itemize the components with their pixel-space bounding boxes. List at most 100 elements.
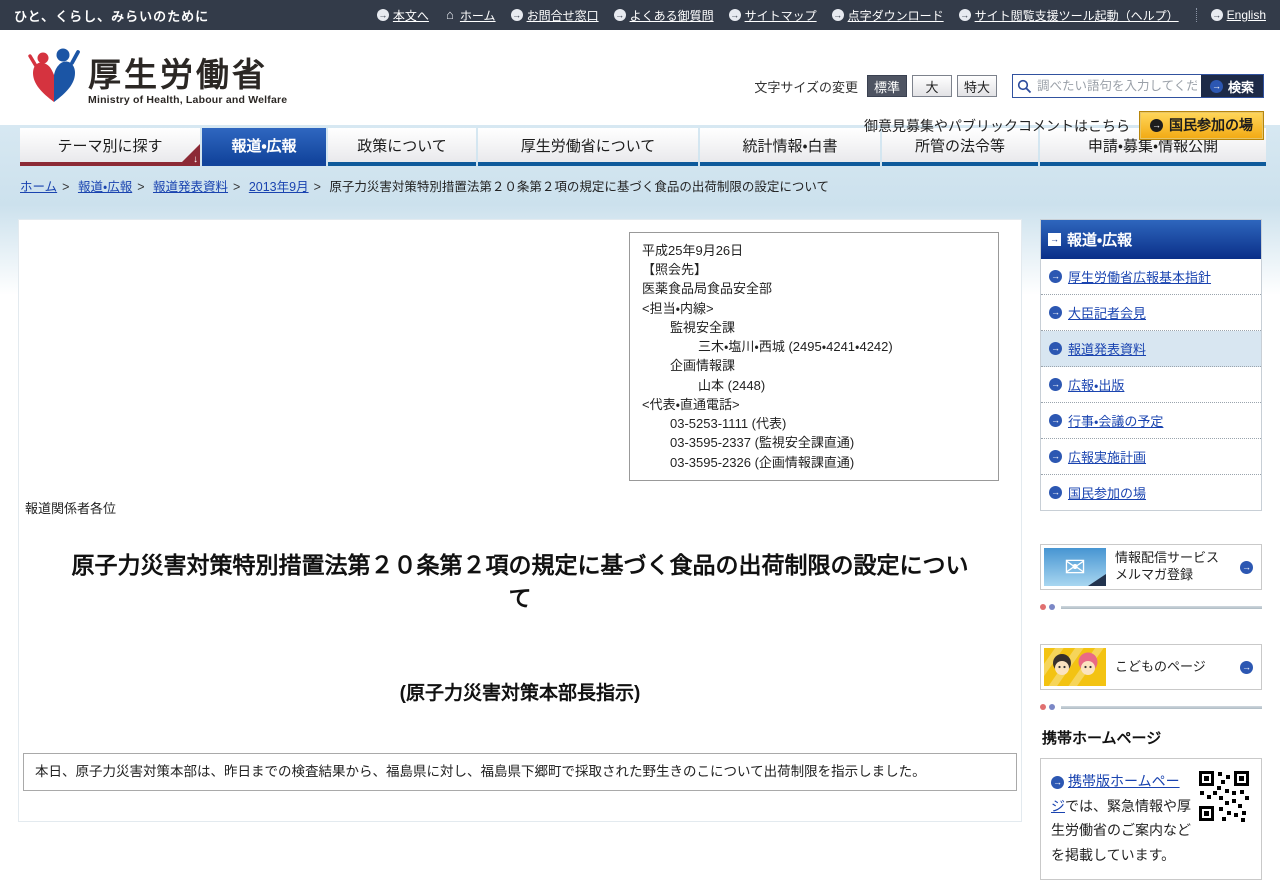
- contact-line: 03-3595-2326 (企画情報課直通): [670, 454, 855, 470]
- contact-line: 山本 (2448): [698, 377, 766, 393]
- font-size-label: 文字サイズの変更: [754, 79, 858, 95]
- search-go-arrow-icon: →: [1209, 79, 1223, 93]
- breadcrumb-press-releases[interactable]: 報道発表資料: [153, 180, 228, 194]
- breadcrumb: ホーム 報道・広報 報道発表資料 2013年9月 原子力災害対策特別措置法第２０…: [0, 166, 1280, 206]
- menu-item-arrow-icon: →: [1049, 414, 1062, 427]
- qr-code: [1197, 769, 1251, 823]
- sidebar-item-events[interactable]: → 行事・会議の予定: [1041, 403, 1261, 439]
- mail-magazine-icon: ✉: [1044, 548, 1106, 586]
- content-area: 平成25年9月26日 【照会先】 医薬食品局食品安全部 <担当・内線> 監視安全…: [0, 206, 1280, 880]
- sidebar-item-pr-policy[interactable]: → 厚生労働省広報基本指針: [1041, 259, 1261, 295]
- mobile-homepage-box: → 携帯版ホームページでは、緊急情報や厚生労働省のご案内などを掲載しています。: [1040, 758, 1262, 880]
- circle-arrow-icon: →: [1210, 9, 1223, 21]
- circle-arrow-icon: →: [831, 9, 844, 21]
- public-participation-button[interactable]: → 国民参加の場: [1139, 111, 1264, 140]
- search-icon: [1017, 79, 1032, 94]
- tab-theme-search[interactable]: テーマ別に探す ↓: [20, 128, 200, 166]
- mhlw-logo[interactable]: 厚生労働省 Ministry of Health, Labour and Wel…: [28, 46, 287, 106]
- link-to-main-content[interactable]: 本文へ: [393, 7, 429, 24]
- font-size-xlarge-button[interactable]: 特大: [956, 75, 997, 97]
- utility-bar: ひと、くらし、みらいのために → 本文へ ⌂ ホーム → お問合せ窓口 → よくある御質…: [0, 0, 1280, 30]
- circle-arrow-icon: →: [728, 9, 741, 21]
- page-body-band: テーマ別に探す ↓ 報道・広報 政策について 厚生労働省について 統計情報・白書…: [0, 125, 1280, 880]
- menu-item-arrow-icon: →: [1049, 486, 1062, 499]
- page-title: 原子力災害対策特別措置法第２０条第２項の規定に基づく食品の出荷制限の設定について: [71, 551, 969, 612]
- mobile-link-arrow-icon: →: [1051, 776, 1064, 789]
- contact-line: 三木・塩川・西城 (2495・4241・4242): [698, 339, 893, 355]
- menu-item-arrow-icon: →: [1049, 306, 1062, 319]
- participation-arrow-icon: →: [1150, 118, 1163, 132]
- contact-line: 【照会先】: [642, 262, 708, 278]
- link-contact[interactable]: お問合せ窓口: [527, 7, 599, 24]
- kids-page-banner[interactable]: こどものページ →: [1040, 644, 1262, 690]
- menu-item-arrow-icon: →: [1049, 378, 1062, 391]
- announcement-box: 本日、原子力災害対策本部は、昨日までの検査結果から、福島県に対し、福島県下郷町で…: [23, 752, 1017, 791]
- divider: [1040, 603, 1262, 611]
- sidebar: → 報道・広報 → 厚生労働省広報基本指針 → 大臣記者会見 → 報道発表資料 → 広報…: [1040, 219, 1262, 880]
- menu-item-arrow-icon: →: [1049, 342, 1062, 355]
- salutation: 報道関係者各位: [25, 500, 117, 516]
- banner-label: こどものページ: [1115, 658, 1206, 674]
- banner-arrow-icon: →: [1240, 560, 1253, 574]
- link-faq[interactable]: よくある御質問: [630, 7, 714, 24]
- search-button[interactable]: → 検索: [1200, 75, 1263, 97]
- site-header: 厚生労働省 Ministry of Health, Labour and Wel…: [0, 30, 1280, 140]
- contact-line: 医薬食品局食品安全部: [642, 281, 773, 297]
- breadcrumb-current-page: 原子力災害対策特別措置法第２０条第２項の規定に基づく食品の出荷制限の設定について: [329, 180, 830, 194]
- breadcrumb-press[interactable]: 報道・広報: [78, 180, 132, 194]
- link-home[interactable]: ホーム: [460, 7, 496, 24]
- font-size-large-button[interactable]: 大: [911, 75, 952, 97]
- circle-arrow-icon: →: [510, 9, 523, 21]
- tab-press[interactable]: 報道・広報: [202, 128, 326, 166]
- page-subtitle: (原子力災害対策本部長指示): [399, 682, 641, 704]
- divider: [1040, 703, 1262, 711]
- link-sitemap[interactable]: サイトマップ: [745, 7, 817, 24]
- contact-line: 平成25年9月26日: [642, 243, 744, 258]
- menu-item-arrow-icon: →: [1049, 270, 1062, 283]
- sidebar-item-pr-plan[interactable]: → 広報実施計画: [1041, 439, 1261, 475]
- contact-line: 03-5253-1111 (代表): [670, 416, 787, 432]
- search-input[interactable]: [1012, 75, 1201, 97]
- utility-links: → 本文へ ⌂ ホーム → お問合せ窓口 → よくある御質問 → サイトマップ → 点字ダウ…: [376, 7, 1266, 24]
- main-article: 平成25年9月26日 【照会先】 医薬食品局食品安全部 <担当・内線> 監視安全…: [18, 219, 1022, 822]
- mobile-homepage-text: では、緊急情報や厚生労働省のご案内などを掲載しています。: [1051, 797, 1191, 863]
- banner-arrow-icon: →: [1240, 660, 1253, 674]
- press-menu: → 報道・広報 → 厚生労働省広報基本指針 → 大臣記者会見 → 報道発表資料 → 広報…: [1040, 219, 1262, 511]
- mail-magazine-banner[interactable]: ✉ 情報配信サービス メルマガ登録 →: [1040, 544, 1262, 590]
- contact-line: 企画情報課: [670, 358, 736, 374]
- press-contact-box: 平成25年9月26日 【照会先】 医薬食品局食品安全部 <担当・内線> 監視安全…: [629, 232, 999, 481]
- public-comment-text: 御意見募集やパブリックコメントはこちら: [864, 117, 1130, 134]
- link-english[interactable]: English: [1227, 8, 1266, 22]
- sidebar-item-publications[interactable]: → 広報・出版: [1041, 367, 1261, 403]
- logo-title: 厚生労働省: [88, 56, 268, 93]
- logo-subtitle: Ministry of Health, Labour and Welfare: [88, 94, 288, 106]
- font-size-standard-button[interactable]: 標準: [866, 75, 907, 97]
- search-box: →検索: [1011, 74, 1264, 98]
- menu-item-arrow-icon: →: [1049, 450, 1062, 463]
- circle-arrow-icon: →: [958, 9, 971, 21]
- breadcrumb-home[interactable]: ホーム: [20, 180, 57, 194]
- sidebar-item-minister-press[interactable]: → 大臣記者会見: [1041, 295, 1261, 331]
- circle-arrow-icon: →: [613, 9, 626, 21]
- circle-arrow-icon: →: [376, 9, 389, 21]
- mobile-homepage-heading: 携帯ホームページ: [1042, 730, 1162, 747]
- header-tools: 文字サイズの変更 標準 大 特大 →検索 御意見募集やパブリックコメントはこちら…: [754, 74, 1264, 140]
- kids-page-icon: [1044, 648, 1106, 686]
- sidebar-item-participation[interactable]: → 国民参加の場: [1041, 475, 1261, 510]
- banner-label: 情報配信サービス メルマガ登録: [1115, 550, 1220, 582]
- tab-policy[interactable]: 政策について: [328, 128, 476, 166]
- link-braille-download[interactable]: 点字ダウンロード: [848, 7, 944, 24]
- site-tagline: ひと、くらし、みらいのために: [14, 8, 210, 24]
- contact-line: <代表・直通電話>: [642, 396, 740, 412]
- press-menu-header[interactable]: → 報道・広報: [1041, 220, 1261, 259]
- sidebar-item-press-releases[interactable]: → 報道発表資料: [1041, 331, 1261, 367]
- breadcrumb-month[interactable]: 2013年9月: [249, 180, 309, 194]
- menu-header-arrow-icon: →: [1048, 233, 1061, 246]
- contact-line: 03-3595-2337 (監視安全課直通): [670, 435, 855, 451]
- tab-about-mhlw[interactable]: 厚生労働省について: [478, 128, 698, 166]
- mhlw-logo-icon: [28, 48, 80, 102]
- home-icon: ⌂: [445, 7, 454, 22]
- link-accessibility-tool[interactable]: サイト閲覧支援ツール起動（ヘルプ）: [975, 7, 1179, 24]
- svg-text:✉: ✉: [1064, 552, 1086, 582]
- contact-line: 監視安全課: [670, 319, 736, 335]
